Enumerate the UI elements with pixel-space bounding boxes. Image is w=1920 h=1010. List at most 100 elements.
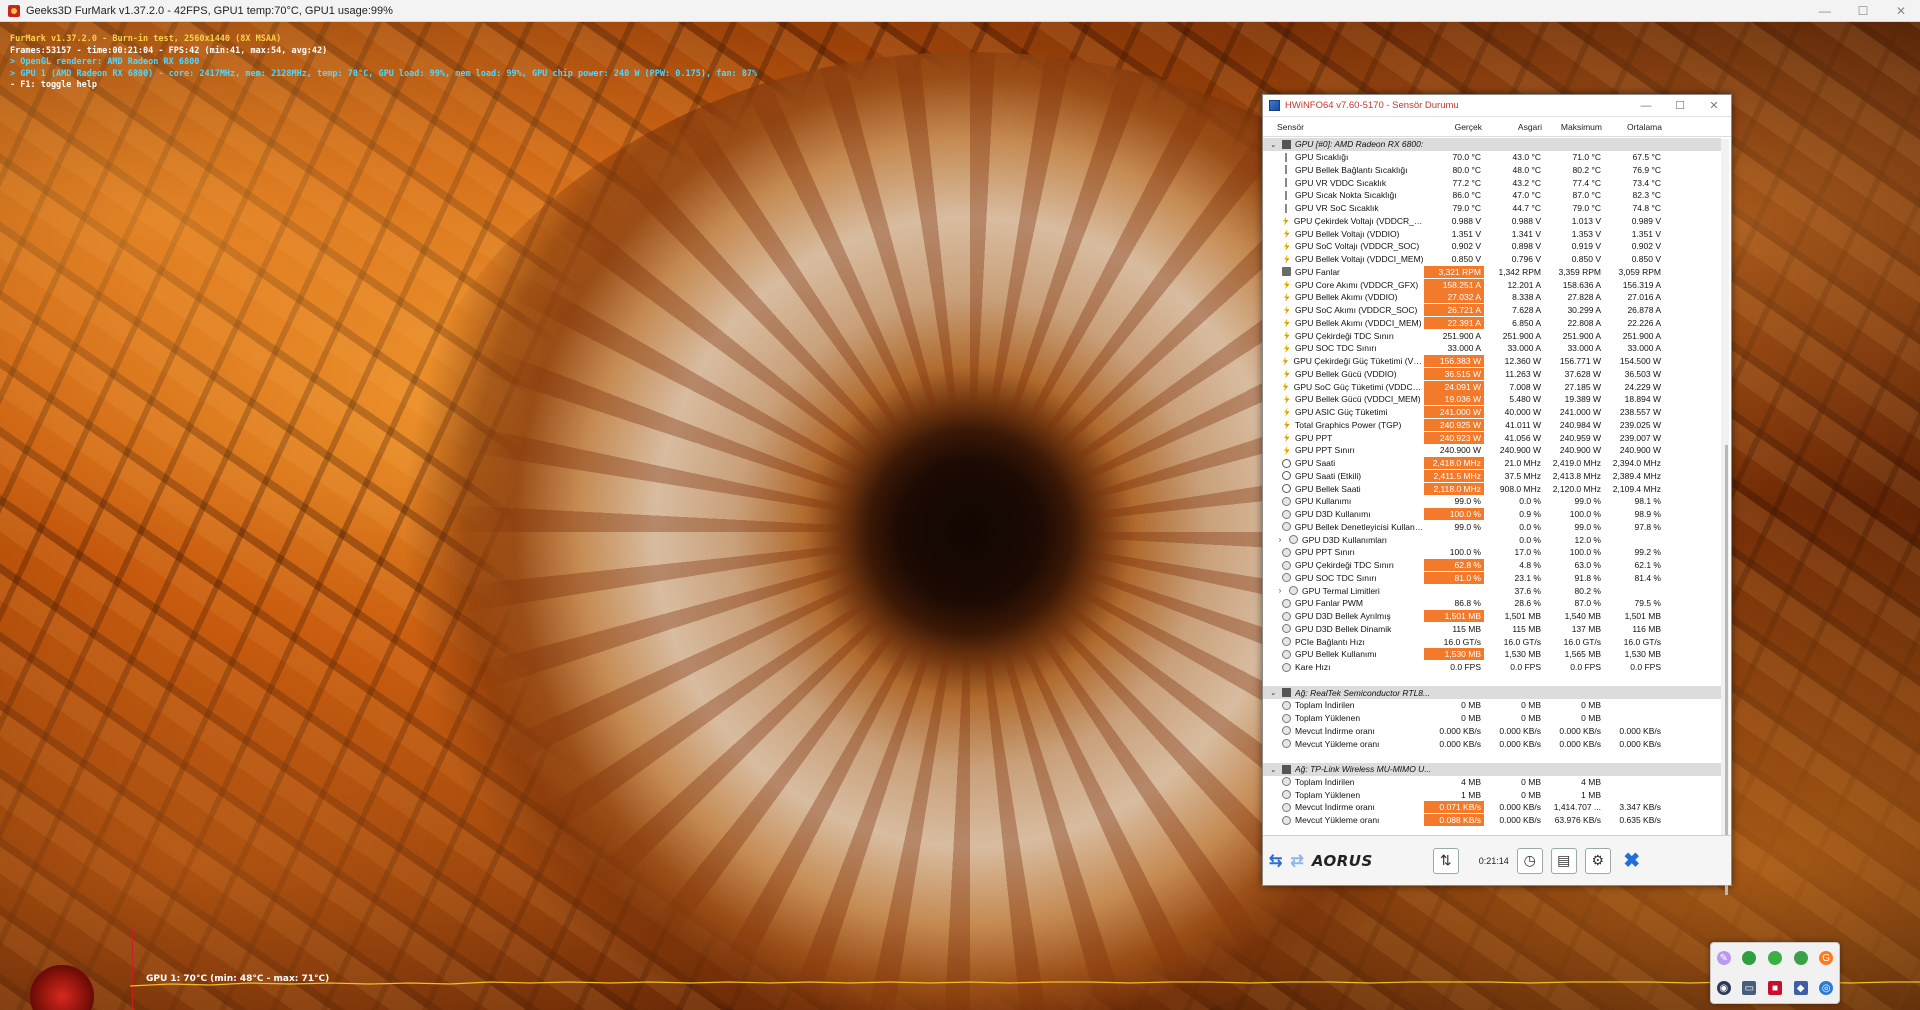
sensor-section-header[interactable]: ⌄ Ağ: RealTek Semiconductor RTL8... xyxy=(1263,686,1721,699)
sensor-row[interactable]: PCIe Bağlantı Hızı 16.0 GT/s 16.0 GT/s 16.0… xyxy=(1263,635,1721,648)
report-icon[interactable]: ▤ xyxy=(1550,847,1577,874)
sensor-row[interactable]: GPU Çekirdeği Güç Tüketimi (VDDC...156.3… xyxy=(1263,355,1721,368)
sensor-row[interactable]: GPU PPT Sınırı 100.0 % 17.0 % 100.0 % 99.2 % xyxy=(1263,546,1721,559)
sensor-row[interactable]: GPU Çekirdek Voltajı (VDDCR_GFX) 0.988 V 0… xyxy=(1263,215,1721,228)
sensor-row[interactable]: › GPU Termal Limitleri 37.6 % 80.2 % xyxy=(1263,584,1721,597)
sensor-row[interactable]: GPU D3D Kullanımı 100.0 % 0.9 % 100.0 % 98.9… xyxy=(1263,508,1721,521)
sensor-row[interactable]: GPU ASIC Güç Tüketimi 241.000 W 40.000 W 24… xyxy=(1263,406,1721,419)
sensor-row[interactable]: GPU Saati (Etkili) 2,411.5 MHz 37.5 MHz 2,4… xyxy=(1263,469,1721,483)
sensor-avg-value: 251.900 A xyxy=(1622,330,1661,341)
red-app-icon[interactable]: ■ xyxy=(1767,981,1782,995)
sensor-max-value: 1,540 MB xyxy=(1564,611,1601,622)
globe-icon[interactable]: ◎ xyxy=(1819,981,1834,995)
expand-chevron-icon[interactable]: › xyxy=(1275,535,1285,544)
sensor-row[interactable]: GPU PPT Sınırı 240.900 W 240.900 W 240.900 … xyxy=(1263,444,1721,457)
sensor-row[interactable]: Mevcut İndirme oranı 0.071 KB/s 0.000 KB/s… xyxy=(1263,801,1721,814)
column-header-sensor[interactable]: Sensör xyxy=(1263,122,1424,132)
sensor-row[interactable]: Mevcut Yükleme oranı 0.000 KB/s 0.000 KB/s… xyxy=(1263,737,1721,750)
sensor-avg-value: 99.2 % xyxy=(1634,547,1661,558)
sensor-row[interactable]: GPU SOC TDC Sınırı 33.000 A 33.000 A 33.000… xyxy=(1263,342,1721,355)
hwinfo-minimize-button[interactable]: — xyxy=(1629,100,1663,112)
clock-icon[interactable]: ◷ xyxy=(1516,847,1543,874)
lightning-icon xyxy=(1282,382,1289,392)
sensor-row[interactable]: GPU D3D Bellek Ayrılmış 1,501 MB 1,501 MB 1… xyxy=(1263,610,1721,623)
column-header-current[interactable]: Gerçek xyxy=(1424,122,1484,132)
gear-icon[interactable]: ⚙ xyxy=(1584,847,1611,874)
blue-app-icon[interactable]: ◆ xyxy=(1793,981,1808,995)
sensor-current-value: 240.923 W xyxy=(1424,431,1484,444)
sensor-current-value: 115 MB xyxy=(1452,623,1481,634)
sensor-row[interactable]: Kare Hızı 0.0 FPS 0.0 FPS 0.0 FPS 0.0 FPS xyxy=(1263,661,1721,674)
sensor-row[interactable]: GPU Sıcaklığı 70.0 °C 43.0 °C 71.0 °C 67.5 °… xyxy=(1263,151,1721,164)
minimize-button[interactable]: — xyxy=(1806,4,1844,18)
hwinfo-close-button[interactable]: ✕ xyxy=(1697,99,1731,112)
arrows-expand-icon[interactable]: ⇄ xyxy=(1290,847,1303,875)
sensor-row[interactable]: Toplam İndirilen 0 MB 0 MB 0 MB xyxy=(1263,699,1721,712)
sensor-row[interactable]: GPU Bellek Saati 2,118.0 MHz 908.0 MHz 2,12… xyxy=(1263,482,1721,495)
sensor-row[interactable]: GPU Bellek Gücü (VDDIO) 36.515 W 11.263 W 3… xyxy=(1263,367,1721,381)
sensor-row[interactable]: Mevcut Yükleme oranı 0.088 KB/s 0.000 KB/s… xyxy=(1263,814,1721,827)
arrows-left-right-icon[interactable]: ⇆ xyxy=(1269,847,1282,875)
sensor-row[interactable]: Toplam İndirilen 4 MB 0 MB 4 MB xyxy=(1263,776,1721,789)
sensor-row[interactable]: GPU Bellek Kullanımı 1,530 MB 1,530 MB 1,56… xyxy=(1263,648,1721,661)
sensor-row[interactable]: GPU Bellek Bağlantı Sıcaklığı 80.0 °C 48.0… xyxy=(1263,164,1721,177)
orange-g-icon[interactable]: G xyxy=(1819,951,1834,965)
sensor-row[interactable]: GPU SoC Akımı (VDDCR_SOC) 26.721 A 7.628 A… xyxy=(1263,304,1721,317)
column-header-min[interactable]: Asgari xyxy=(1484,122,1544,132)
expand-chevron-icon[interactable]: › xyxy=(1275,586,1285,595)
sensor-row[interactable]: GPU Fanlar PWM 86.8 % 28.6 % 87.0 % 79.5 % xyxy=(1263,597,1721,610)
sensor-row[interactable]: Mevcut İndirme oranı 0.000 KB/s 0.000 KB/s… xyxy=(1263,725,1721,738)
steam-icon[interactable]: ◉ xyxy=(1716,981,1731,995)
sensor-section-header[interactable]: ⌄ GPU [#0]: AMD Radeon RX 6800: xyxy=(1263,138,1721,151)
sensor-row[interactable]: GPU Saati 2,418.0 MHz 21.0 MHz 2,419.0 MHz 2… xyxy=(1263,457,1721,470)
sensor-row[interactable]: GPU SoC Güç Tüketimi (VDDCR_S... 24.091 W… xyxy=(1263,380,1721,393)
sensor-row[interactable]: › GPU D3D Kullanımları 0.0 % 12.0 % xyxy=(1263,533,1721,546)
sensor-row[interactable]: GPU Fanlar 3,321 RPM 1,342 RPM 3,359 RPM 3,0… xyxy=(1263,265,1721,279)
sensor-row[interactable]: GPU Bellek Akımı (VDDCI_MEM) 22.391 A 6.85… xyxy=(1263,316,1721,330)
sensor-row[interactable]: GPU Çekirdeği TDC Sınırı 62.8 % 4.8 % 63.0 … xyxy=(1263,559,1721,572)
nvidia-style-icon[interactable] xyxy=(1767,951,1782,965)
sensor-row[interactable]: GPU Sıcak Nokta Sıcaklığı 86.0 °C 47.0 °C 8… xyxy=(1263,189,1721,202)
collapse-chevron-icon[interactable]: ⌄ xyxy=(1268,688,1278,697)
sensor-row[interactable]: GPU Core Akımı (VDDCR_GFX) 158.251 A 12.20… xyxy=(1263,278,1721,291)
section-title: Ağ: RealTek Semiconductor RTL8... xyxy=(1295,687,1431,698)
sensor-row[interactable]: GPU PPT 240.923 W 41.056 W 240.959 W 239.007… xyxy=(1263,431,1721,444)
sensor-max-value: 12.0 % xyxy=(1574,534,1601,545)
sensor-row[interactable]: GPU Bellek Voltajı (VDDCI_MEM) 0.850 V 0.7… xyxy=(1263,253,1721,266)
sensor-row[interactable]: GPU SoC Voltajı (VDDCR_SOC) 0.902 V 0.898 … xyxy=(1263,240,1721,253)
green-dot-icon[interactable] xyxy=(1793,951,1808,965)
column-header-avg[interactable]: Ortalama xyxy=(1604,122,1664,132)
collapse-chevron-icon[interactable]: ⌄ xyxy=(1268,765,1278,774)
sensor-current-value: 1,530 MB xyxy=(1424,648,1484,661)
sensor-row[interactable]: GPU SOC TDC Sınırı 81.0 % 23.1 % 91.8 % 81.4… xyxy=(1263,571,1721,585)
maximize-button[interactable]: ☐ xyxy=(1844,4,1882,18)
column-header-max[interactable]: Maksimum xyxy=(1544,122,1604,132)
network-sync-icon[interactable]: ⇅ xyxy=(1432,847,1459,874)
sensor-scrollbar-thumb[interactable] xyxy=(1725,445,1728,895)
pen-icon[interactable]: ✎ xyxy=(1716,951,1731,965)
hwinfo-maximize-button[interactable]: ☐ xyxy=(1663,99,1697,112)
close-button[interactable]: ✕ xyxy=(1882,4,1920,18)
close-sensors-icon[interactable]: ✖ xyxy=(1619,848,1645,874)
sensor-row[interactable]: GPU Bellek Voltajı (VDDIO) 1.351 V 1.341 V… xyxy=(1263,227,1721,240)
drive-icon[interactable]: ▭ xyxy=(1742,981,1757,995)
sensor-section-header[interactable]: ⌄ Ağ: TP-Link Wireless MU-MIMO U... xyxy=(1263,762,1721,776)
sensor-row[interactable]: Toplam Yüklenen 0 MB 0 MB 0 MB xyxy=(1263,712,1721,725)
sensor-row[interactable]: GPU Kullanımı 99.0 % 0.0 % 99.0 % 98.1 % xyxy=(1263,495,1721,508)
sensor-dot-icon xyxy=(1282,598,1291,608)
sensor-row[interactable]: GPU VR VDDC Sıcaklık 77.2 °C 43.2 °C 77.4 °… xyxy=(1263,176,1721,189)
sensor-row[interactable]: GPU Bellek Denetleyicisi Kullanımı 99.0 %… xyxy=(1263,521,1721,534)
sensor-row[interactable]: GPU Bellek Gücü (VDDCI_MEM) 19.036 W 5.480… xyxy=(1263,393,1721,406)
sensor-current-value xyxy=(1424,534,1484,546)
sensor-row[interactable]: GPU D3D Bellek Dinamik 115 MB 115 MB 137 MB… xyxy=(1263,623,1721,636)
sensor-max-value: 3,359 RPM xyxy=(1558,266,1601,277)
sensor-row[interactable]: Toplam Yüklenen 1 MB 0 MB 1 MB xyxy=(1263,788,1721,801)
collapse-chevron-icon[interactable]: ⌄ xyxy=(1268,140,1278,149)
sensor-min-value: 0.988 V xyxy=(1511,215,1541,226)
sensor-row[interactable]: GPU VR SoC Sıcaklık 79.0 °C 44.7 °C 79.0 °C… xyxy=(1263,202,1721,215)
sensor-row[interactable]: GPU Bellek Akımı (VDDIO) 27.032 A 8.338 A 2… xyxy=(1263,291,1721,304)
green-circle-icon[interactable] xyxy=(1742,951,1757,965)
sensor-row[interactable]: Total Graphics Power (TGP) 240.925 W 41.01… xyxy=(1263,418,1721,432)
lightning-icon xyxy=(1283,318,1290,328)
sensor-row[interactable]: GPU Çekirdeği TDC Sınırı 251.900 A 251.900… xyxy=(1263,329,1721,342)
